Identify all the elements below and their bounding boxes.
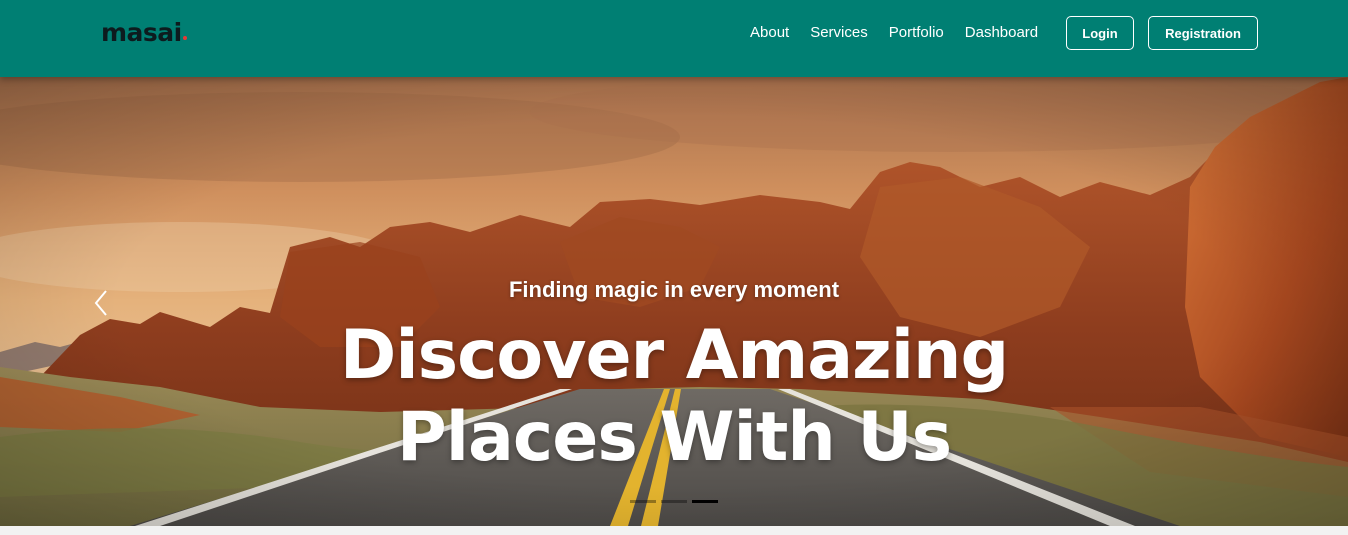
carousel-indicator-2[interactable]	[661, 500, 687, 503]
brand-logo[interactable]: masai	[101, 19, 187, 47]
nav-link-dashboard[interactable]: Dashboard	[965, 24, 1038, 42]
navbar: masai About Services Portfolio Dashboard…	[0, 0, 1348, 77]
registration-button[interactable]: Registration	[1148, 16, 1258, 50]
logo-text: masai	[101, 18, 182, 47]
hero-subtitle: Finding magic in every moment	[508, 277, 840, 302]
carousel-indicator-3[interactable]	[692, 500, 718, 503]
hero-title-line-1: Discover Amazing	[339, 316, 1009, 395]
hero-title-line-2: Places With Us	[396, 398, 952, 477]
hero-title: Discover Amazing Places With Us	[0, 315, 1348, 479]
carousel-indicator-1[interactable]	[630, 500, 656, 503]
logo-dot	[182, 36, 187, 40]
nav-link-services[interactable]: Services	[810, 24, 868, 42]
nav-link-about[interactable]: About	[750, 24, 789, 42]
nav-link-portfolio[interactable]: Portfolio	[889, 24, 944, 42]
carousel-indicators	[630, 500, 718, 503]
nav-links: About Services Portfolio Dashboard	[750, 24, 1059, 42]
login-button[interactable]: Login	[1066, 16, 1134, 50]
hero-carousel: Finding magic in every moment Discover A…	[0, 77, 1348, 526]
